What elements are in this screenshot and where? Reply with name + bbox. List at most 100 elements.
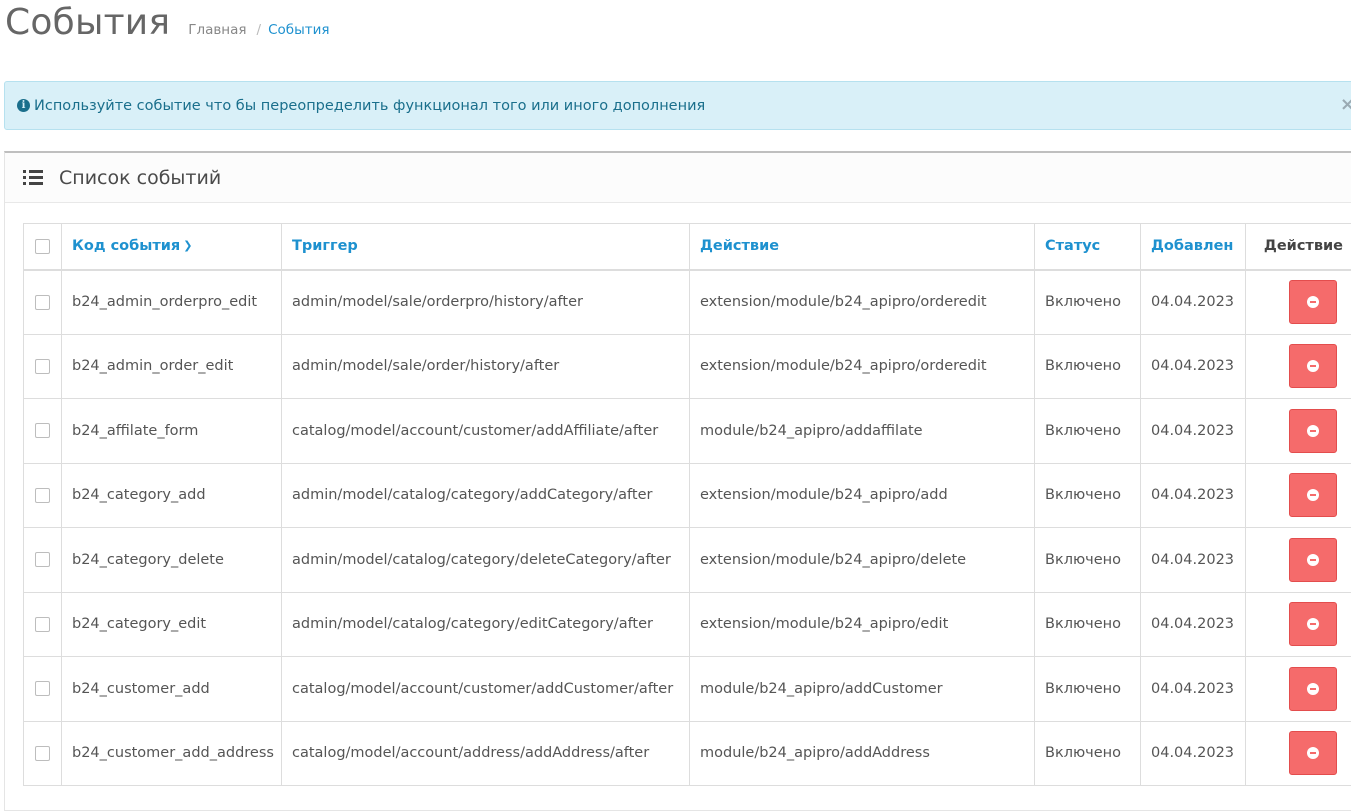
event-trigger: admin/model/sale/order/history/after	[282, 334, 690, 399]
breadcrumb-separator: /	[257, 22, 262, 38]
row-checkbox[interactable]	[35, 681, 50, 696]
row-select-cell	[24, 463, 62, 528]
event-code: b24_admin_order_edit	[62, 334, 282, 399]
alert-text: Используйте событие что бы переопределит…	[34, 98, 705, 114]
column-header-code-label: Код события	[72, 238, 180, 254]
panel-title: Список событий	[59, 167, 221, 189]
table-row: b24_category_editadmin/model/catalog/cat…	[24, 592, 1351, 657]
row-actions-cell	[1246, 721, 1351, 786]
delete-button[interactable]	[1289, 731, 1337, 775]
info-circle-icon: i	[17, 99, 30, 112]
event-status: Включено	[1035, 334, 1141, 399]
delete-button[interactable]	[1289, 538, 1337, 582]
alert-close-button[interactable]: ×	[1340, 95, 1351, 115]
breadcrumb: Главная / События	[188, 22, 329, 38]
delete-button[interactable]	[1289, 667, 1337, 711]
select-all-cell	[24, 224, 62, 270]
event-status: Включено	[1035, 270, 1141, 335]
event-status: Включено	[1035, 721, 1141, 786]
row-actions-cell	[1246, 334, 1351, 399]
event-added-date: 04.04.2023	[1141, 399, 1246, 464]
column-header-added[interactable]: Добавлен	[1141, 224, 1246, 270]
event-status: Включено	[1035, 528, 1141, 593]
table-row: b24_category_addadmin/model/catalog/cate…	[24, 463, 1351, 528]
delete-button[interactable]	[1289, 473, 1337, 517]
event-trigger: admin/model/catalog/category/deleteCateg…	[282, 528, 690, 593]
event-code: b24_category_delete	[62, 528, 282, 593]
list-icon	[23, 170, 45, 186]
row-select-cell	[24, 270, 62, 335]
table-header-row: Код события❯ Триггер Действие Статус Доб…	[24, 224, 1351, 270]
chevron-down-icon: ❯	[183, 239, 192, 252]
row-checkbox[interactable]	[35, 359, 50, 374]
minus-circle-icon	[1307, 296, 1319, 308]
event-action: module/b24_apipro/addaffilate	[690, 399, 1035, 464]
event-action: extension/module/b24_apipro/delete	[690, 528, 1035, 593]
row-actions-cell	[1246, 528, 1351, 593]
table-row: b24_admin_order_editadmin/model/sale/ord…	[24, 334, 1351, 399]
event-added-date: 04.04.2023	[1141, 528, 1246, 593]
events-panel: Список событий Код события❯ Триггер Дейс…	[4, 151, 1351, 811]
event-trigger: admin/model/catalog/category/addCategory…	[282, 463, 690, 528]
minus-circle-icon	[1307, 747, 1319, 759]
event-action: extension/module/b24_apipro/add	[690, 463, 1035, 528]
row-select-cell	[24, 528, 62, 593]
event-action: module/b24_apipro/addCustomer	[690, 657, 1035, 722]
breadcrumb-home-link[interactable]: Главная	[188, 22, 246, 38]
delete-button[interactable]	[1289, 409, 1337, 453]
panel-heading: Список событий	[5, 153, 1351, 203]
table-row: b24_admin_orderpro_editadmin/model/sale/…	[24, 270, 1351, 335]
page-title: События	[5, 0, 170, 46]
row-select-cell	[24, 721, 62, 786]
event-action: extension/module/b24_apipro/orderedit	[690, 270, 1035, 335]
delete-button[interactable]	[1289, 344, 1337, 388]
event-status: Включено	[1035, 399, 1141, 464]
event-action: extension/module/b24_apipro/edit	[690, 592, 1035, 657]
row-actions-cell	[1246, 463, 1351, 528]
minus-circle-icon	[1307, 554, 1319, 566]
event-added-date: 04.04.2023	[1141, 657, 1246, 722]
info-alert: i Используйте событие что бы переопредел…	[4, 81, 1351, 130]
column-header-trigger[interactable]: Триггер	[282, 224, 690, 270]
row-checkbox[interactable]	[35, 295, 50, 310]
event-code: b24_admin_orderpro_edit	[62, 270, 282, 335]
event-action: module/b24_apipro/addAddress	[690, 721, 1035, 786]
event-trigger: catalog/model/account/customer/addCustom…	[282, 657, 690, 722]
minus-circle-icon	[1307, 683, 1319, 695]
row-select-cell	[24, 657, 62, 722]
row-checkbox[interactable]	[35, 423, 50, 438]
row-actions-cell	[1246, 592, 1351, 657]
row-actions-cell	[1246, 657, 1351, 722]
row-checkbox[interactable]	[35, 617, 50, 632]
event-code: b24_customer_add	[62, 657, 282, 722]
column-header-action[interactable]: Действие	[690, 224, 1035, 270]
column-header-operation: Действие	[1246, 224, 1351, 270]
table-row: b24_category_deleteadmin/model/catalog/c…	[24, 528, 1351, 593]
event-status: Включено	[1035, 657, 1141, 722]
column-header-code[interactable]: Код события❯	[62, 224, 282, 270]
row-select-cell	[24, 592, 62, 657]
select-all-checkbox[interactable]	[35, 239, 50, 254]
event-added-date: 04.04.2023	[1141, 592, 1246, 657]
event-added-date: 04.04.2023	[1141, 721, 1246, 786]
delete-button[interactable]	[1289, 602, 1337, 646]
minus-circle-icon	[1307, 489, 1319, 501]
minus-circle-icon	[1307, 425, 1319, 437]
page-header: События Главная / События	[5, 0, 330, 50]
events-table: Код события❯ Триггер Действие Статус Доб…	[23, 223, 1351, 786]
delete-button[interactable]	[1289, 280, 1337, 324]
event-code: b24_customer_add_address	[62, 721, 282, 786]
row-checkbox[interactable]	[35, 552, 50, 567]
event-code: b24_category_add	[62, 463, 282, 528]
column-header-status[interactable]: Статус	[1035, 224, 1141, 270]
event-added-date: 04.04.2023	[1141, 270, 1246, 335]
minus-circle-icon	[1307, 618, 1319, 630]
event-code: b24_category_edit	[62, 592, 282, 657]
row-actions-cell	[1246, 270, 1351, 335]
event-trigger: catalog/model/account/address/addAddress…	[282, 721, 690, 786]
row-checkbox[interactable]	[35, 488, 50, 503]
row-checkbox[interactable]	[35, 746, 50, 761]
breadcrumb-current-link[interactable]: События	[268, 22, 329, 38]
table-row: b24_affilate_formcatalog/model/account/c…	[24, 399, 1351, 464]
event-action: extension/module/b24_apipro/orderedit	[690, 334, 1035, 399]
